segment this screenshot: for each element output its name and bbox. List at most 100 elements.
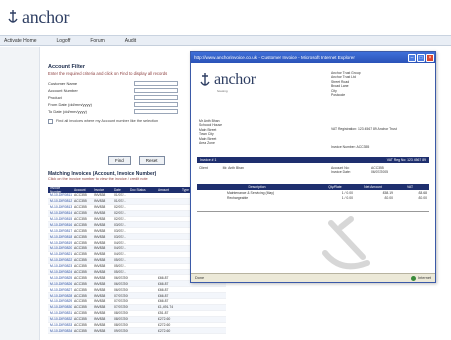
table-cell: 02/07/...	[114, 217, 127, 221]
line-qty: 1 / 0.00	[341, 190, 353, 195]
invoice-link[interactable]: M-10-DIR0816	[48, 223, 72, 227]
invoice-popup-window[interactable]: http://www.anchorinvoice.co.uk - Custome…	[190, 51, 436, 283]
table-row[interactable]: M-10-DIR0834ACC355 INV838 09/07/2005 £272.6…	[48, 328, 226, 335]
column-header[interactable]: Invoice	[92, 188, 112, 192]
table-cell: £272.60	[158, 323, 171, 328]
table-cell: INV838	[94, 299, 106, 304]
invoice-bar-left: Invoice # 1	[200, 158, 217, 162]
table-cell: 05/07/...	[114, 258, 127, 263]
app-header: anchor	[0, 0, 451, 36]
column-header[interactable]: Amount	[156, 188, 180, 192]
close-icon[interactable]: ×	[426, 53, 434, 62]
nav-item-forum[interactable]: Forum	[80, 38, 114, 44]
table-cell: INV838	[94, 217, 106, 221]
invoice-link[interactable]: M-10-DIR0831	[48, 311, 72, 315]
table-cell: ACC355	[74, 205, 87, 210]
column-header[interactable]: Doc Status	[128, 188, 156, 192]
invoice-link[interactable]: M-10-DIR0815	[48, 217, 72, 221]
invoice-link[interactable]: M-10-DIR0833	[48, 323, 72, 327]
invoice-logo-sub: housing	[217, 89, 228, 93]
to-date-input[interactable]	[134, 109, 178, 115]
invoice-link[interactable]: M-10-DIR0817	[48, 229, 72, 233]
line-vat: £0.00	[418, 195, 428, 200]
anchor-icon	[200, 73, 210, 86]
table-cell: 04/07/...	[114, 240, 127, 245]
nav-item-audit[interactable]: Audit	[115, 38, 146, 44]
invoice-logo-text: anchor	[214, 71, 256, 88]
table-cell: ACC355	[74, 293, 87, 298]
form-row-customer: Customer Name	[48, 80, 198, 87]
invoice-link[interactable]: M-10-DIR0824	[48, 270, 72, 274]
table-cell: INV838	[94, 205, 106, 210]
invoice-link[interactable]: M-10-DIR0811	[48, 193, 72, 197]
table-cell: 06/07/2005	[114, 281, 128, 286]
table-cell: ACC355	[74, 281, 87, 286]
from-date-input[interactable]	[134, 102, 178, 108]
from-address: Anchor Trust Group Anchor Trust Ltd Stre…	[331, 71, 361, 97]
minimize-icon[interactable]: –	[408, 53, 416, 62]
popup-titlebar[interactable]: http://www.anchorinvoice.co.uk - Custome…	[191, 52, 435, 63]
invoice-link[interactable]: M-10-DIR0829	[48, 299, 72, 303]
logo-text: anchor	[22, 6, 70, 27]
line-description: Rechargeable	[227, 195, 249, 200]
customer-name-input[interactable]	[134, 81, 178, 87]
invoice-link[interactable]: M-10-DIR0826	[48, 282, 72, 286]
invoice-link[interactable]: M-10-DIR0818	[48, 235, 72, 239]
page: anchor Activate Home Logoff Forum Audit …	[0, 0, 451, 340]
line-description: Maintenance & Servicing (May)	[227, 190, 275, 195]
nav-item-logoff[interactable]: Logoff	[47, 38, 81, 44]
client-value: Mr. Anth Bhan	[222, 166, 244, 170]
field-label: To Date (dd/mm/yyyy)	[48, 109, 87, 115]
table-cell: 02/07/...	[114, 211, 127, 216]
table-cell: INV838	[94, 222, 106, 227]
invoice-link[interactable]: M-10-DIR0823	[48, 264, 72, 268]
invoice-link[interactable]: M-10-DIR0834	[48, 329, 72, 333]
invoice-document: anchor housing Anchor Trust Group Anchor…	[191, 63, 435, 274]
table-cell: ACC355	[74, 311, 87, 316]
status-zone: Internet	[411, 275, 431, 281]
column-header[interactable]: Account	[72, 188, 92, 192]
invoice-link[interactable]: M-10-DIR0825	[48, 276, 72, 280]
table-cell: 04/07/...	[114, 252, 127, 257]
table-cell: £66.87	[158, 275, 169, 280]
maximize-icon[interactable]: □	[417, 53, 425, 62]
table-cell: £66.87	[158, 287, 169, 292]
invoice-link[interactable]: M-10-DIR0820	[48, 246, 72, 250]
table-cell: 04/07/...	[114, 246, 127, 251]
table-cell: 02/07/...	[114, 205, 127, 210]
table-cell: ACC355	[74, 228, 87, 233]
account-number-input[interactable]	[134, 88, 178, 94]
table-cell: ACC355	[74, 264, 87, 269]
nav-item-home[interactable]: Activate Home	[0, 38, 47, 44]
reset-button[interactable]: Reset	[138, 156, 165, 165]
table-cell: ACC355	[74, 275, 87, 280]
table-cell: ACC355	[74, 252, 87, 257]
table-cell: INV838	[94, 270, 106, 275]
invoice-link[interactable]: M-10-DIR0822	[48, 258, 72, 262]
like-checkbox[interactable]	[48, 118, 53, 124]
invoice-link[interactable]: M-10-DIR0830	[48, 305, 72, 309]
invoice-link[interactable]: M-10-DIR0819	[48, 241, 72, 245]
invoice-link[interactable]: M-10-DIR0814	[48, 211, 72, 215]
invoice-link[interactable]: M-10-DIR0827	[48, 288, 72, 292]
table-cell: 08/07/2005	[114, 317, 128, 322]
table-cell: INV838	[94, 211, 106, 216]
column-header: Qty/Rate	[328, 185, 342, 189]
invoice-bar-right: VAT Reg No: 123 4567 89	[386, 158, 426, 162]
logo[interactable]: anchor	[6, 6, 69, 28]
table-cell: ACC355	[74, 217, 87, 221]
product-input[interactable]	[134, 95, 178, 101]
invoice-link[interactable]: M-10-DIR0832	[48, 317, 72, 321]
invoice-link[interactable]: M-10-DIR0821	[48, 252, 72, 256]
table-cell: 01/07/...	[114, 199, 127, 204]
find-button[interactable]: Find	[108, 156, 131, 165]
popup-title: http://www.anchorinvoice.co.uk - Custome…	[194, 55, 355, 60]
invoice-link[interactable]: M-10-DIR0828	[48, 294, 72, 298]
account-meta-labels: Account No: Invoice Date:	[331, 166, 351, 175]
vat-note: VAT Registration: 123 4567 89 Anchor Tru…	[331, 127, 397, 131]
table-cell: £1,491.74	[158, 305, 174, 310]
invoice-link[interactable]: M-10-DIR0812	[48, 199, 72, 203]
field-label: Product	[48, 95, 62, 101]
column-header[interactable]: Date	[112, 188, 128, 192]
invoice-link[interactable]: M-10-DIR0813	[48, 205, 72, 209]
